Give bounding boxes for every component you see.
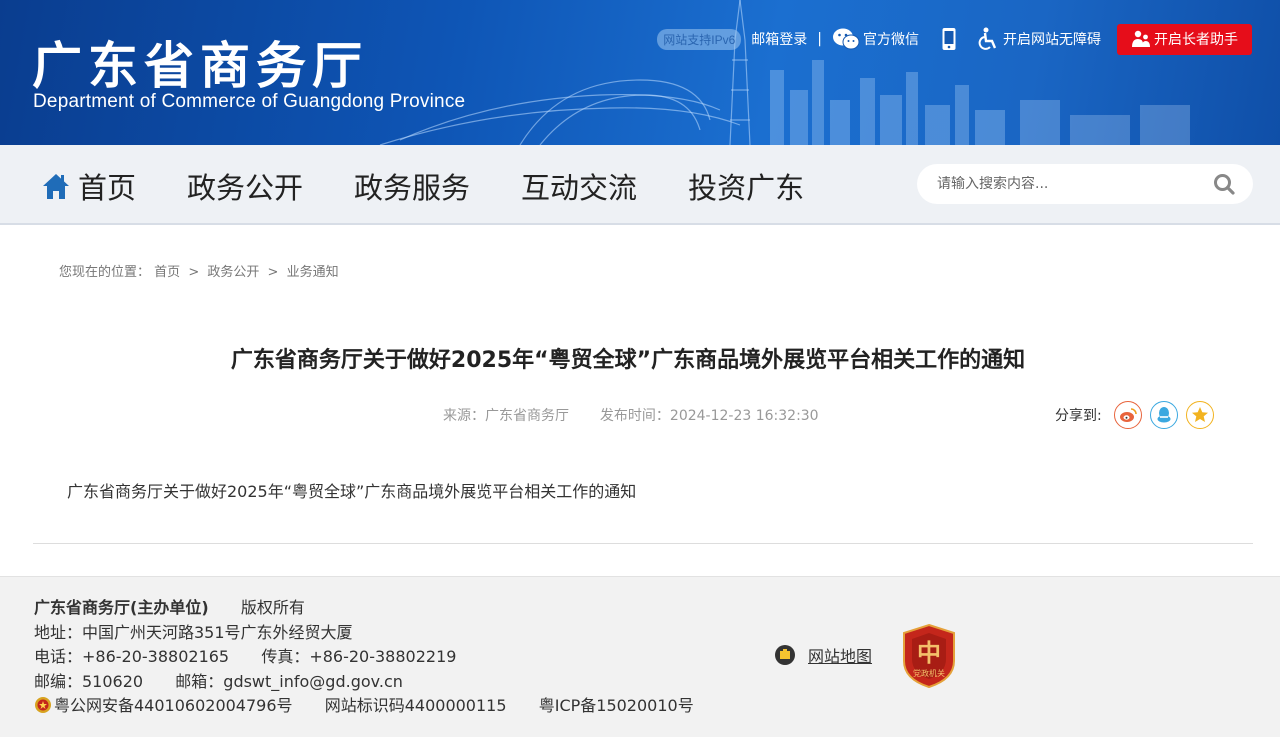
qzone-icon (1191, 407, 1208, 422)
accessibility-label: 开启网站无障碍 (1003, 32, 1101, 48)
nav-item-label: 首页 (78, 171, 137, 205)
mobile-phone-icon (942, 28, 956, 50)
share-label: 分享到: (1055, 408, 1102, 424)
footer: 广东省商务厅(主办单位) 版权所有 地址：中国广州天河路351号广东外经贸大厦 … (0, 576, 1280, 737)
elder-assistant-button[interactable]: 开启长者助手 (1117, 23, 1252, 55)
content-divider (33, 543, 1253, 544)
city-skyline-graphic (379, 0, 1190, 145)
toolbar-separator: | (817, 31, 822, 47)
elder-assistant-label: 开启长者助手 (1154, 32, 1238, 48)
footer-copyright: 版权所有 (240, 598, 305, 617)
breadcrumb-home[interactable]: 首页 (154, 265, 180, 280)
share-bar: 分享到: (1055, 401, 1222, 429)
sitemap-link[interactable]: 网站地图 (774, 643, 872, 667)
elder-people-icon (1132, 30, 1150, 47)
weibo-icon (1119, 408, 1137, 422)
site-title: 广东省商务厅 (32, 37, 368, 95)
article-title: 广东省商务厅关于做好2025年“粤贸全球”广东商品境外展览平台相关工作的通知 (230, 348, 1026, 373)
breadcrumb: 您现在的位置： 首页 > 政务公开 > 业务通知 (59, 261, 339, 280)
footer-police-record[interactable]: 粤公网安备44010602004796号 (54, 696, 293, 715)
sitemap-icon (775, 645, 795, 665)
ipv6-badge: 网站支持IPv6 (657, 28, 742, 50)
qq-icon (1157, 407, 1171, 423)
header-banner: 广东省商务厅 Department of Commerce of Guangdo… (0, 0, 1280, 145)
article-body: 广东省商务厅关于做好2025年“粤贸全球”广东商品境外展览平台相关工作的通知 (67, 482, 637, 501)
wechat-label: 官方微信 (863, 32, 919, 48)
search-input[interactable] (937, 176, 1197, 192)
article-publish-time: 发布时间：2024-12-23 16:32:30 (599, 408, 819, 424)
article-source: 来源：广东省商务厅 (443, 408, 569, 424)
home-icon (43, 174, 69, 199)
site-subtitle: Department of Commerce of Guangdong Prov… (33, 91, 466, 112)
accessibility-link[interactable]: 开启网站无障碍 (978, 27, 1101, 51)
accessibility-icon (978, 27, 997, 50)
wechat-icon (833, 28, 860, 50)
footer-email: 邮箱：gdswt_info@gd.gov.cn (175, 671, 403, 691)
footer-site-code: 网站标识码4400000115 (324, 696, 507, 715)
breadcrumb-prefix: 您现在的位置： (59, 265, 151, 280)
wechat-link[interactable]: 官方微信 (832, 27, 919, 51)
nav-item-gov-services[interactable]: 政务服务 (354, 165, 470, 207)
footer-address: 地址：中国广州天河路351号广东外经贸大厦 (34, 622, 353, 642)
search-icon[interactable] (1213, 173, 1235, 195)
article-meta: 来源：广东省商务厅 发布时间：2024-12-23 16:32:30 (443, 405, 819, 425)
nav-item-interaction[interactable]: 互动交流 (521, 165, 637, 207)
party-government-emblem[interactable]: 中 党政机关 (900, 623, 958, 689)
mobile-link[interactable] (941, 27, 960, 51)
breadcrumb-business-notice[interactable]: 业务通知 (287, 265, 339, 280)
footer-icp[interactable]: 粤ICP备15020010号 (539, 696, 694, 715)
search-box (917, 164, 1253, 204)
share-qzone-button[interactable] (1185, 401, 1214, 429)
footer-postcode: 邮编：510620 (34, 671, 144, 691)
share-weibo-button[interactable] (1113, 401, 1142, 429)
breadcrumb-gov-affairs[interactable]: 政务公开 (207, 265, 259, 280)
footer-phone: 电话：+86-20-38802165 (34, 647, 230, 666)
breadcrumb-arrow: > (267, 265, 279, 280)
footer-fax: 传真：+86-20-38802219 (261, 647, 457, 666)
footer-organizer: 广东省商务厅(主办单位) (34, 598, 209, 617)
nav-item-invest[interactable]: 投资广东 (688, 165, 804, 207)
emblem-text: 党政机关 (913, 668, 945, 678)
police-badge-icon (35, 697, 51, 713)
breadcrumb-arrow: > (188, 265, 200, 280)
svg-text:中: 中 (917, 638, 941, 667)
main-nav: 首页 政务公开 政务服务 互动交流 投资广东 (0, 145, 1280, 225)
mail-login-link[interactable]: 邮箱登录 (751, 29, 807, 49)
top-toolbar: 网站支持IPv6 邮箱登录 | 官方微信 开启网站无障碍 开启长者助手 (657, 23, 1252, 55)
sitemap-label: 网站地图 (808, 647, 873, 666)
share-qq-button[interactable] (1149, 401, 1178, 429)
nav-item-gov-affairs[interactable]: 政务公开 (187, 165, 303, 207)
nav-item-home[interactable]: 首页 (42, 165, 136, 207)
